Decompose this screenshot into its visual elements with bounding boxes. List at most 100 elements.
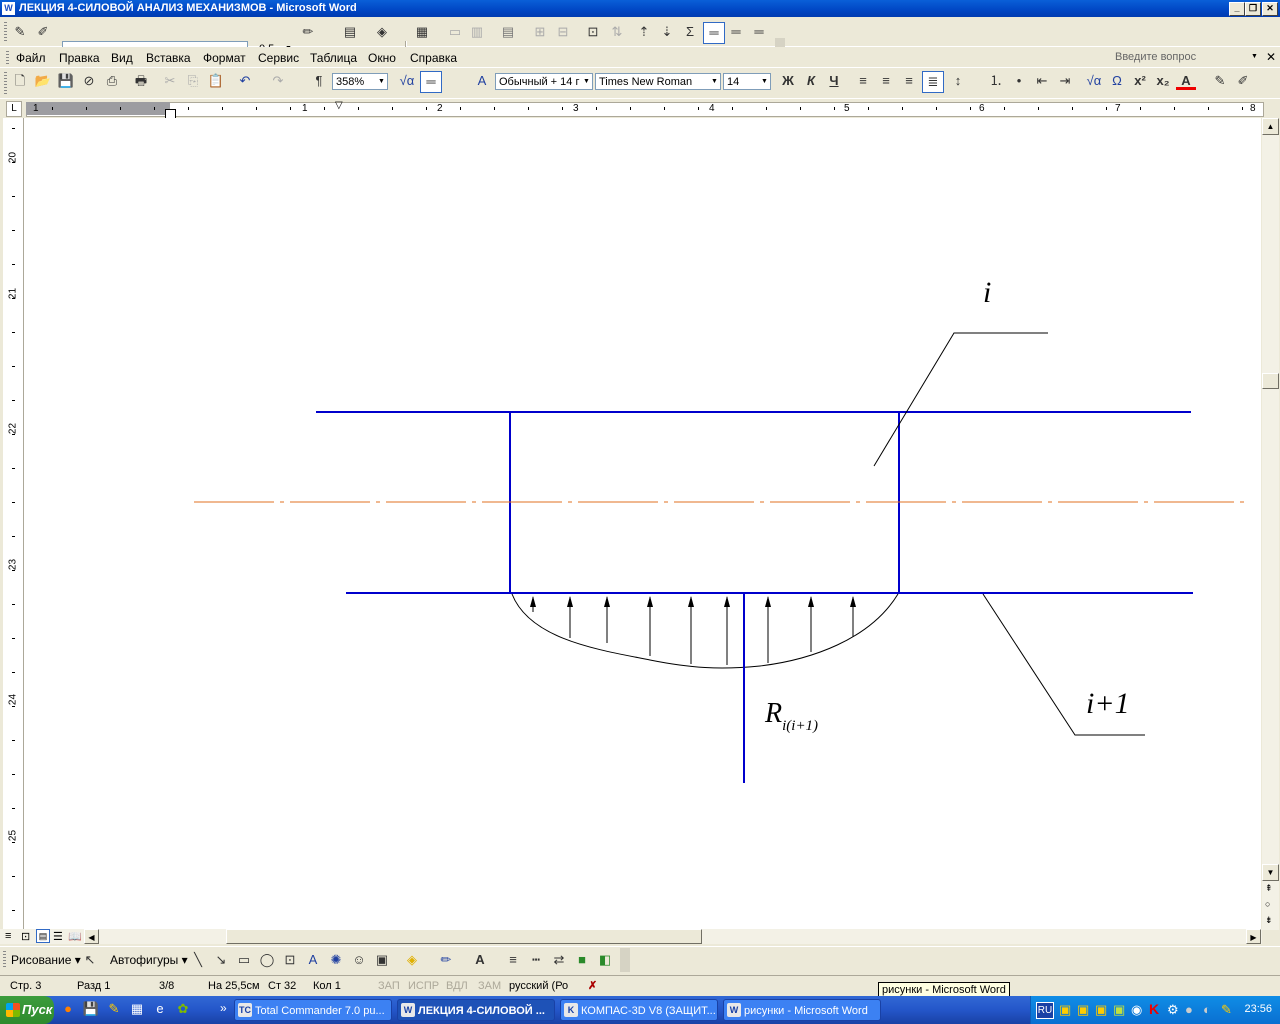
toolbar-options-icon[interactable] <box>620 948 630 972</box>
browser-icon[interactable]: e <box>150 999 170 1019</box>
vertical-scrollbar[interactable]: ▲ ▼ ⇞ ○ ⇟ <box>1262 118 1279 930</box>
arrow-style-icon[interactable]: ⇄ <box>549 950 569 970</box>
autoshapes-label: Автофигуры <box>110 953 179 967</box>
scroll-left-icon[interactable]: ◀ <box>84 929 99 944</box>
autoshapes-menu-button[interactable]: Автофигуры ▾ <box>110 953 188 967</box>
status-bar: Стр. 3 Разд 1 3/8 На 25,5см Ст 32 Кол 1 … <box>0 975 1280 996</box>
tray-app-icon[interactable]: ▣ <box>1113 1002 1125 1018</box>
status-language: русский (Ро <box>509 980 569 992</box>
font-color-icon[interactable]: A <box>470 950 490 970</box>
taskbar-item-pictures-word[interactable]: Wрисунки - Microsoft Word <box>723 999 881 1021</box>
scroll-down-icon[interactable]: ▼ <box>1262 864 1279 881</box>
tray-app-icon[interactable]: ▣ <box>1059 1002 1071 1018</box>
tray-app-icon[interactable]: ✎ <box>1221 1002 1232 1018</box>
outline-view-icon[interactable]: ☰ <box>53 930 63 943</box>
status-column: Кол 1 <box>313 980 341 992</box>
picture-icon[interactable]: ▣ <box>372 950 392 970</box>
volume-icon[interactable]: ◐ <box>1203 1002 1211 1017</box>
text-box-icon[interactable]: ⊡ <box>280 950 300 970</box>
scroll-thumb[interactable] <box>1262 373 1279 389</box>
tray-app-icon[interactable]: ● <box>1185 1002 1193 1017</box>
task-label: Total Commander 7.0 pu... <box>255 1005 385 1017</box>
clock: 23:56 <box>1244 1003 1272 1015</box>
dash-style-icon[interactable]: ┅ <box>526 950 546 970</box>
line-style-icon[interactable]: ≡ <box>503 950 523 970</box>
total-commander-icon: TC <box>238 1003 252 1017</box>
next-page-icon[interactable]: ⇟ <box>1265 915 1273 926</box>
drawing-menu-label: Рисование <box>11 953 72 967</box>
status-extend[interactable]: ВДЛ <box>446 976 468 996</box>
select-objects-icon[interactable]: ↖ <box>80 950 100 970</box>
task-label: КОМПАС-3D V8 (ЗАЩИТ... <box>581 1005 716 1017</box>
word-icon: W <box>401 1003 415 1017</box>
taskbar-item-lecture-word[interactable]: W ЛЕКЦИЯ 4-СИЛОВОЙ ... <box>397 999 555 1021</box>
pressure-arrow-head <box>688 596 694 607</box>
3d-style-icon[interactable]: ◧ <box>595 950 615 970</box>
icq-icon[interactable]: ✿ <box>173 999 193 1019</box>
calculator-icon[interactable]: ▦ <box>127 999 147 1019</box>
fill-color-icon[interactable]: ◈ <box>402 950 422 970</box>
pressure-arrow-head <box>567 596 573 607</box>
status-line: Ст 32 <box>268 980 297 992</box>
horizontal-scrollbar[interactable]: ≡ ⊡ ▤ ☰ 📖 ◀ ▶ <box>0 929 1262 944</box>
label-link-i-plus-1: i+1 <box>1086 687 1130 720</box>
task-label: рисунки - Microsoft Word <box>744 1005 868 1017</box>
horizontal-scroll-thumb[interactable] <box>226 929 702 944</box>
diagram-icon[interactable]: ✺ <box>326 950 346 970</box>
pressure-arrow-head <box>808 596 814 607</box>
taskbar-item-kompas[interactable]: K КОМПАС-3D V8 (ЗАЩИТ... <box>560 999 718 1021</box>
pressure-arrows <box>530 596 856 665</box>
arrow-tool-icon[interactable]: ↘ <box>211 950 231 970</box>
network-icon[interactable]: ⚙ <box>1167 1002 1179 1018</box>
previous-page-icon[interactable]: ⇞ <box>1265 883 1273 894</box>
windows-logo-icon <box>6 1003 20 1017</box>
pressure-arrow-head <box>724 596 730 607</box>
status-rec[interactable]: ЗАП <box>378 976 400 996</box>
save-quicklaunch-icon[interactable]: 💾 <box>81 999 101 1019</box>
spelling-status-icon[interactable]: ✗ <box>588 976 597 996</box>
pressure-arrow-head <box>604 596 610 607</box>
drawing-menu-button[interactable]: Рисование ▾ <box>11 953 81 967</box>
reading-layout-icon[interactable]: 📖 <box>68 930 82 943</box>
oval-tool-icon[interactable]: ◯ <box>257 950 277 970</box>
task-label: ЛЕКЦИЯ 4-СИЛОВОЙ ... <box>418 1005 545 1017</box>
leader-line-i <box>873 332 1048 467</box>
scroll-right-icon[interactable]: ▶ <box>1246 929 1261 944</box>
mechanism-drawing <box>194 332 1250 783</box>
tray-app-icon[interactable]: ▣ <box>1095 1002 1107 1018</box>
start-button[interactable]: Пуск <box>0 996 54 1024</box>
status-section: Разд 1 <box>77 980 111 992</box>
status-track[interactable]: ИСПР <box>408 976 439 996</box>
status-position: На 25,5см <box>208 980 260 992</box>
rectangle-tool-icon[interactable]: ▭ <box>234 950 254 970</box>
status-page: Стр. 3 <box>10 980 42 992</box>
kaspersky-icon[interactable]: K <box>1149 1001 1159 1017</box>
wordart-icon[interactable]: A <box>303 950 323 970</box>
select-browse-object-icon[interactable]: ○ <box>1265 899 1270 909</box>
clipart-icon[interactable]: ☺ <box>349 950 369 970</box>
label-reaction-force: Ri(i+1) <box>765 698 818 735</box>
status-overtype[interactable]: ЗАМ <box>478 976 501 996</box>
tool-quicklaunch-icon[interactable]: ✎ <box>104 999 124 1019</box>
tray-app-icon[interactable]: ▣ <box>1077 1002 1089 1018</box>
quicklaunch-more-icon[interactable]: » <box>220 1001 227 1015</box>
pressure-arrow-head <box>850 596 856 607</box>
normal-view-icon[interactable]: ≡ <box>5 930 11 942</box>
language-indicator[interactable]: RU <box>1036 1002 1054 1019</box>
reaction-subscript: i(i+1) <box>782 718 819 734</box>
tray-app-icon[interactable]: ◉ <box>1131 1002 1142 1018</box>
print-layout-icon[interactable]: ▤ <box>36 929 50 943</box>
start-label: Пуск <box>22 1002 53 1017</box>
web-layout-icon[interactable]: ⊡ <box>21 930 30 943</box>
drawing-toolbar: Рисование ▾ ↖ Автофигуры ▾ ╲ ↘ ▭ ◯ ⊡ A ✺… <box>0 946 1280 974</box>
firefox-icon[interactable]: ● <box>58 999 78 1019</box>
line-tool-icon[interactable]: ╲ <box>188 950 208 970</box>
toolbar-grip[interactable] <box>3 951 6 969</box>
line-color-icon[interactable]: ✏ <box>436 950 456 970</box>
scroll-up-icon[interactable]: ▲ <box>1262 118 1279 135</box>
word-icon: W <box>727 1003 741 1017</box>
taskbar-item-total-commander[interactable]: TC Total Commander 7.0 pu... <box>234 999 392 1021</box>
shadow-style-icon[interactable]: ■ <box>572 950 592 970</box>
kompas-icon: K <box>564 1003 578 1017</box>
status-pages: 3/8 <box>159 980 175 992</box>
